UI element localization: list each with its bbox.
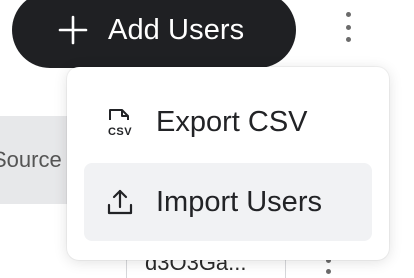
dot	[345, 24, 351, 30]
actions-dropdown-menu: CSV Export CSV Import Users	[67, 67, 389, 260]
add-users-label: Add Users	[108, 13, 245, 46]
dot	[345, 37, 351, 42]
svg-text:CSV: CSV	[108, 126, 132, 138]
dot	[325, 269, 331, 274]
menu-item-label: Import Users	[156, 185, 322, 218]
menu-item-export-csv[interactable]: CSV Export CSV	[84, 83, 372, 161]
source-chip-text: Source	[0, 147, 62, 172]
menu-item-import-users[interactable]: Import Users	[84, 163, 372, 241]
csv-file-icon: CSV	[108, 109, 132, 138]
upload-icon	[107, 189, 133, 215]
add-users-button[interactable]: Add Users	[12, 0, 296, 68]
kebab-vertical-icon[interactable]	[337, 10, 359, 44]
dot	[345, 12, 351, 17]
plus-icon	[58, 15, 88, 45]
menu-item-label: Export CSV	[156, 105, 308, 138]
row-kebab-icon[interactable]	[323, 258, 333, 278]
